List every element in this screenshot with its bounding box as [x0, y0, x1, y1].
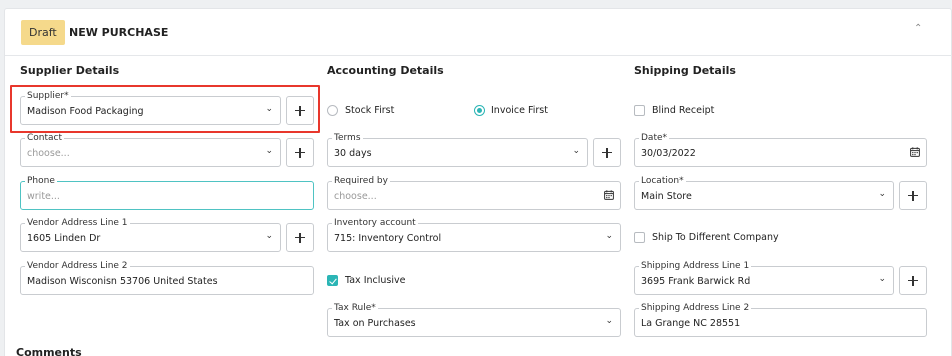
card-header[interactable]: Draft NEW PURCHASE ⌃ — [5, 9, 952, 56]
terms-select[interactable]: Terms 30 days ⌄ — [327, 132, 588, 167]
required-by-field[interactable]: Required by choose... — [327, 175, 621, 210]
ship-to-different-company-checkbox[interactable] — [634, 232, 645, 243]
shipping-address-line1-select[interactable]: Shipping Address Line 1 3695 Frank Barwi… — [634, 260, 894, 295]
inventory-account-select[interactable]: Inventory account 715: Inventory Control… — [327, 217, 621, 252]
contact-select[interactable]: Contact choose... ⌄ — [20, 132, 281, 167]
chevron-down-icon: ⌄ — [265, 146, 273, 156]
add-shipping-address-button[interactable] — [899, 266, 927, 295]
add-terms-button[interactable] — [593, 138, 621, 167]
chevron-up-icon[interactable]: ⌃ — [914, 23, 922, 34]
add-location-button[interactable] — [899, 181, 927, 210]
ship-to-different-company-label: Ship To Different Company — [652, 232, 779, 243]
date-label: Date* — [639, 132, 670, 144]
invoice-first-radio[interactable] — [474, 105, 485, 116]
shipping-address-line1-label: Shipping Address Line 1 — [639, 260, 752, 272]
inventory-account-value: 715: Inventory Control — [334, 233, 442, 244]
accounting-details-heading: Accounting Details — [327, 64, 444, 77]
vendor-address-line2-value: Madison Wisconisn 53706 United States — [27, 276, 218, 287]
add-contact-button[interactable] — [286, 138, 314, 167]
vendor-address-line2-field[interactable]: Vendor Address Line 2 Madison Wisconisn … — [20, 260, 314, 295]
date-field[interactable]: Date* 30/03/2022 — [634, 132, 927, 167]
stock-first-radio[interactable] — [327, 105, 338, 116]
vendor-address-line2-label: Vendor Address Line 2 — [25, 260, 130, 272]
vendor-address-line1-value: 1605 Linden Dr — [27, 233, 101, 244]
vendor-address-line1-select[interactable]: Vendor Address Line 1 1605 Linden Dr ⌄ — [20, 217, 281, 252]
comments-heading: Comments — [16, 346, 82, 356]
vendor-address-line1-label: Vendor Address Line 1 — [25, 217, 130, 229]
calendar-icon[interactable] — [910, 147, 920, 157]
tax-rule-select[interactable]: Tax Rule* Tax on Purchases ⌄ — [327, 302, 621, 337]
stock-first-label: Stock First — [345, 105, 395, 116]
supplier-select[interactable]: Supplier* Madison Food Packaging ⌄ — [20, 90, 281, 125]
contact-placeholder: choose... — [27, 148, 70, 159]
calendar-icon[interactable] — [604, 190, 614, 200]
terms-label: Terms — [332, 132, 363, 144]
location-select[interactable]: Location* Main Store ⌄ — [634, 175, 894, 210]
chevron-down-icon: ⌄ — [605, 316, 613, 326]
shipping-address-line2-value: La Grange NC 28551 — [641, 318, 741, 329]
terms-value: 30 days — [334, 148, 372, 159]
location-label: Location* — [639, 175, 686, 187]
tax-rule-value: Tax on Purchases — [334, 318, 416, 329]
chevron-down-icon: ⌄ — [572, 146, 580, 156]
supplier-details-heading: Supplier Details — [20, 64, 120, 77]
phone-label: Phone — [25, 175, 57, 187]
date-value: 30/03/2022 — [641, 148, 696, 159]
shipping-details-heading: Shipping Details — [634, 64, 736, 77]
invoice-first-label: Invoice First — [491, 105, 548, 116]
add-supplier-button[interactable] — [286, 96, 314, 125]
shipping-address-line2-field[interactable]: Shipping Address Line 2 La Grange NC 285… — [634, 302, 927, 337]
status-badge: Draft — [21, 20, 65, 45]
chevron-down-icon: ⌄ — [605, 231, 613, 241]
tax-inclusive-label: Tax Inclusive — [345, 275, 406, 286]
add-vendor-address-button[interactable] — [286, 223, 314, 252]
location-value: Main Store — [641, 191, 692, 202]
required-by-placeholder: choose... — [334, 191, 377, 202]
page-title: NEW PURCHASE — [69, 26, 169, 39]
tax-inclusive-checkbox[interactable] — [327, 275, 338, 286]
chevron-down-icon: ⌄ — [265, 104, 273, 114]
shipping-address-line1-value: 3695 Frank Barwick Rd — [641, 276, 751, 287]
chevron-down-icon: ⌄ — [265, 231, 273, 241]
required-by-label: Required by — [332, 175, 390, 187]
chevron-down-icon: ⌄ — [878, 274, 886, 284]
blind-receipt-checkbox[interactable] — [634, 105, 645, 116]
phone-placeholder: write... — [27, 191, 60, 202]
supplier-label: Supplier* — [25, 90, 71, 102]
contact-label: Contact — [25, 132, 65, 144]
shipping-address-line2-label: Shipping Address Line 2 — [639, 302, 752, 314]
supplier-value: Madison Food Packaging — [27, 106, 144, 117]
inventory-account-label: Inventory account — [332, 217, 418, 229]
chevron-down-icon: ⌄ — [878, 189, 886, 199]
phone-field[interactable]: Phone write... — [20, 175, 314, 210]
tax-rule-label: Tax Rule* — [332, 302, 378, 314]
blind-receipt-label: Blind Receipt — [652, 105, 715, 116]
